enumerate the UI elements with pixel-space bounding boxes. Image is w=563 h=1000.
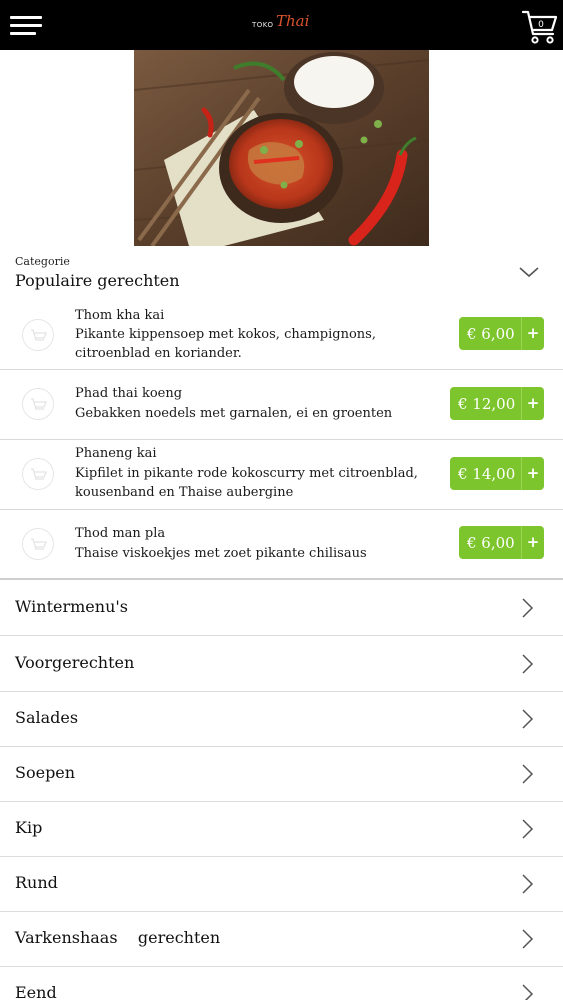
- plus-icon: +: [521, 526, 544, 559]
- cart-outline-icon[interactable]: [22, 458, 54, 490]
- cart-outline-icon[interactable]: [22, 528, 54, 560]
- logo-small-text: TOKO: [252, 21, 274, 29]
- price-label: € 6,00: [467, 325, 515, 343]
- hamburger-menu-icon[interactable]: [10, 16, 42, 36]
- dish-item: Phad thai koeng Gebakken noedels met gar…: [0, 370, 563, 440]
- category-item-rund[interactable]: Rund: [0, 856, 563, 912]
- category-label: Soepen: [15, 763, 76, 782]
- category-label: Voorgerechten: [15, 653, 135, 672]
- chevron-right-icon: [522, 874, 534, 894]
- svg-text:0: 0: [538, 20, 544, 30]
- plus-icon: +: [521, 317, 544, 350]
- add-to-cart-button[interactable]: € 14,00 +: [450, 457, 544, 490]
- category-item-salades[interactable]: Salades: [0, 691, 563, 747]
- category-title[interactable]: Populaire gerechten: [15, 271, 180, 290]
- dish-name: Thod man pla: [75, 526, 166, 541]
- dish-description: Thaise viskoekjes met zoet pikante chili…: [75, 546, 367, 561]
- plus-icon: +: [521, 387, 544, 420]
- category-item-varkenshaas[interactable]: Varkenshaas gerechten: [0, 911, 563, 967]
- category-label: Salades: [15, 708, 79, 727]
- dish-name: Phad thai koeng: [75, 386, 183, 401]
- add-to-cart-button[interactable]: € 12,00 +: [450, 387, 544, 420]
- toko-thai-logo[interactable]: TOKO Thai: [250, 12, 314, 38]
- category-item-eend[interactable]: Eend: [0, 966, 563, 1000]
- dish-description: Kipfilet in pikante rode kokoscurry met …: [75, 466, 418, 500]
- price-label: € 12,00: [458, 395, 516, 413]
- dish-name: Thom kha kai: [75, 308, 165, 323]
- category-item-wintermenus[interactable]: Wintermenu's: [0, 580, 563, 636]
- category-label: Rund: [15, 873, 58, 892]
- price-label: € 6,00: [467, 534, 515, 552]
- chevron-right-icon: [522, 654, 534, 674]
- plus-icon: +: [521, 457, 544, 490]
- category-item-voorgerechten[interactable]: Voorgerechten: [0, 636, 563, 692]
- chevron-right-icon: [522, 764, 534, 784]
- price-label: € 14,00: [458, 465, 516, 483]
- logo-main-text: Thai: [276, 12, 310, 30]
- cart-outline-icon[interactable]: [22, 388, 54, 420]
- top-bar: TOKO Thai 0: [0, 0, 563, 50]
- category-item-kip[interactable]: Kip: [0, 801, 563, 857]
- category-label: Eend: [15, 983, 57, 1000]
- category-label: Wintermenu's: [15, 597, 128, 616]
- category-item-soepen[interactable]: Soepen: [0, 746, 563, 802]
- add-to-cart-button[interactable]: € 6,00 +: [459, 317, 544, 350]
- dish-item: Thod man pla Thaise viskoekjes met zoet …: [0, 510, 563, 578]
- add-to-cart-button[interactable]: € 6,00 +: [459, 526, 544, 559]
- category-label: Varkenshaas gerechten: [15, 928, 221, 947]
- category-caption: Categorie: [15, 255, 70, 268]
- chevron-right-icon: [522, 819, 534, 839]
- cart-outline-icon[interactable]: [22, 319, 54, 351]
- dish-name: Phaneng kai: [75, 446, 157, 461]
- chevron-right-icon: [522, 984, 534, 1000]
- chevron-right-icon: [522, 929, 534, 949]
- hero-food-image: [134, 50, 429, 246]
- shopping-cart-icon[interactable]: 0: [520, 6, 560, 46]
- dish-item: Thom kha kai Pikante kippensoep met koko…: [0, 300, 563, 370]
- dish-description: Gebakken noedels met garnalen, ei en gro…: [75, 406, 393, 421]
- chevron-right-icon: [522, 598, 534, 618]
- chevron-right-icon: [522, 709, 534, 729]
- chevron-down-icon[interactable]: [518, 264, 540, 280]
- dish-item: Phaneng kai Kipfilet in pikante rode kok…: [0, 440, 563, 510]
- category-label: Kip: [15, 818, 43, 837]
- dish-description: Pikante kippensoep met kokos, champignon…: [75, 327, 376, 361]
